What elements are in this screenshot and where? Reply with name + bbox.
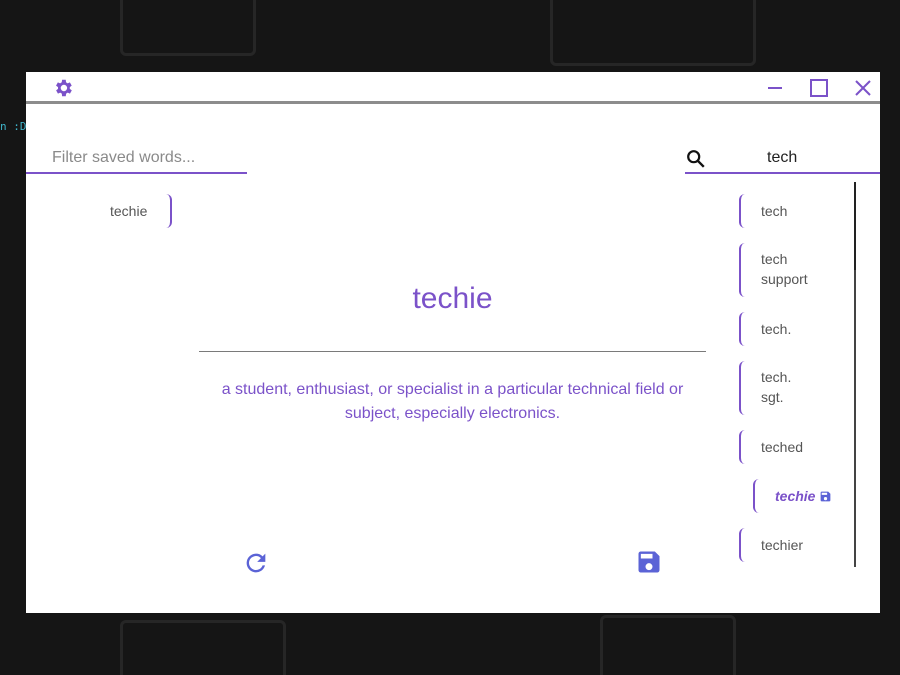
filter-saved-words-input[interactable] <box>26 144 247 174</box>
title-bar <box>26 72 880 104</box>
dictionary-window: techie techie a student, enthusiast, or … <box>26 72 897 613</box>
saved-indicator-icon <box>821 491 831 502</box>
entry-definition: a student, enthusiast, or specialist in … <box>221 381 684 422</box>
search-icon <box>687 150 705 168</box>
divider <box>199 351 706 352</box>
floppy-disk-icon[interactable] <box>635 548 663 576</box>
background-shape <box>120 0 256 56</box>
result-label: tech. <box>761 321 792 337</box>
result-item[interactable]: tech. <box>739 312 834 346</box>
search-field <box>685 144 897 174</box>
result-item[interactable]: teched <box>739 430 834 464</box>
result-label: tech <box>761 203 788 219</box>
terminal-text: n :D <box>0 120 27 133</box>
entry-word: techie <box>412 282 493 315</box>
result-item[interactable]: tech support <box>739 243 834 297</box>
minimize-icon[interactable] <box>764 77 786 99</box>
maximize-icon[interactable] <box>808 77 830 99</box>
result-label: techie <box>775 488 816 504</box>
result-label: tech support <box>761 251 808 287</box>
result-item[interactable]: tech. sgt. <box>739 361 834 415</box>
saved-word-item[interactable]: techie <box>110 194 172 228</box>
refresh-icon[interactable] <box>242 549 270 577</box>
results-scroll-thumb[interactable] <box>854 182 856 270</box>
results-list[interactable]: tech tech support tech. tech. sgt. teche… <box>726 182 856 567</box>
background-shape <box>550 0 756 66</box>
gear-icon[interactable] <box>52 77 74 99</box>
background-shape <box>120 620 286 675</box>
background-shape <box>600 615 736 675</box>
result-item-selected[interactable]: techie <box>753 479 848 513</box>
search-input[interactable] <box>741 144 897 172</box>
result-label: techier <box>761 537 804 553</box>
result-label: tech. sgt. <box>761 369 792 405</box>
result-item[interactable]: tech <box>739 194 834 228</box>
result-item[interactable]: techier <box>739 528 834 562</box>
result-label: teched <box>761 439 804 455</box>
close-icon[interactable] <box>852 77 874 99</box>
